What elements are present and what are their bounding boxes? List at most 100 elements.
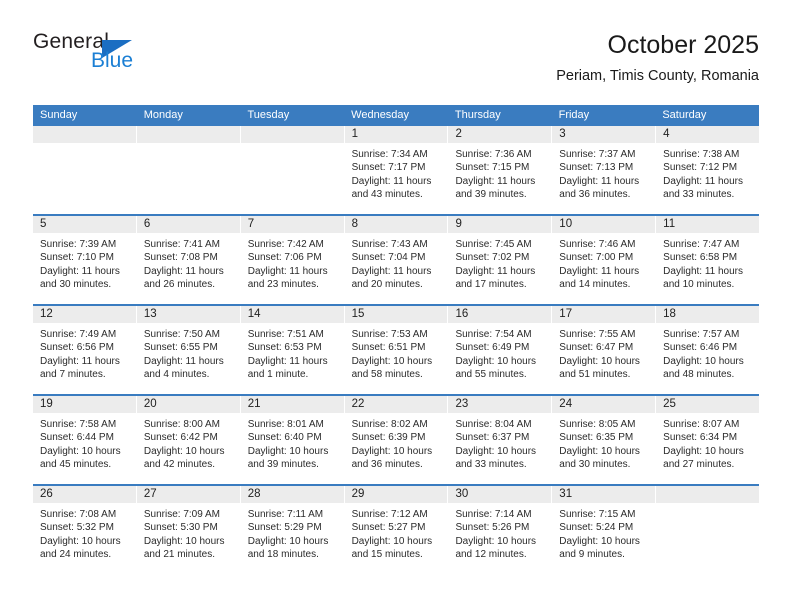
day-number: 24 xyxy=(552,396,656,413)
daylight-text: Daylight: 10 hours and 24 minutes. xyxy=(40,535,121,561)
daylight-text: Daylight: 11 hours and 39 minutes. xyxy=(455,175,536,201)
sunrise-text: Sunrise: 7:12 AM xyxy=(351,509,428,520)
day-cell[interactable]: 31 Sunrise: 7:15 AM Sunset: 5:24 PM Dayligh… xyxy=(552,486,657,574)
weekday-header-sunday: Sunday xyxy=(40,109,78,121)
day-cell[interactable]: 7 Sunrise: 7:42 AM Sunset: 7:06 PM Daylight… xyxy=(240,216,345,304)
sunset-text: Sunset: 6:35 PM xyxy=(559,432,634,444)
weekday-header-thursday: Thursday xyxy=(454,109,501,121)
day-cell[interactable]: 13 Sunrise: 7:50 AM Sunset: 6:55 PM Dayligh… xyxy=(136,306,241,394)
day-sun-info: Sunrise: 7:08 AM Sunset: 5:32 PM Daylight:… xyxy=(33,503,136,562)
day-cell[interactable]: 10 Sunrise: 7:46 AM Sunset: 7:00 PM Dayligh… xyxy=(552,216,657,304)
page-header: General Blue October 2025 Periam, Timis … xyxy=(33,30,759,96)
day-cell[interactable]: 12 Sunrise: 7:49 AM Sunset: 6:56 PM Dayligh… xyxy=(33,306,137,394)
day-cell[interactable]: 2 Sunrise: 7:36 AM Sunset: 7:15 PM Daylight… xyxy=(448,126,553,214)
day-cell[interactable]: 14 Sunrise: 7:51 AM Sunset: 6:53 PM Dayligh… xyxy=(240,306,345,394)
sunset-text: Sunset: 6:56 PM xyxy=(40,342,114,354)
sunset-text: Sunset: 6:49 PM xyxy=(455,342,530,354)
day-cell[interactable]: 16 Sunrise: 7:54 AM Sunset: 6:49 PM Dayligh… xyxy=(448,306,553,394)
day-cell-empty xyxy=(33,126,137,214)
sunrise-text: Sunrise: 7:57 AM xyxy=(663,329,740,340)
day-cell[interactable]: 24 Sunrise: 8:05 AM Sunset: 6:35 PM Dayligh… xyxy=(552,396,657,484)
sunset-text: Sunset: 5:30 PM xyxy=(143,522,218,534)
day-cell[interactable]: 25 Sunrise: 8:07 AM Sunset: 6:34 PM Dayligh… xyxy=(656,396,760,484)
day-cell[interactable]: 29 Sunrise: 7:12 AM Sunset: 5:27 PM Dayligh… xyxy=(344,486,449,574)
daylight-text: Daylight: 11 hours and 10 minutes. xyxy=(663,265,744,291)
day-cell[interactable]: 21 Sunrise: 8:01 AM Sunset: 6:40 PM Dayligh… xyxy=(240,396,345,484)
sunrise-text: Sunrise: 7:54 AM xyxy=(455,329,532,340)
day-number xyxy=(656,486,760,503)
day-number: 6 xyxy=(136,216,240,233)
day-cell[interactable]: 11 Sunrise: 7:47 AM Sunset: 6:58 PM Dayligh… xyxy=(656,216,760,304)
daylight-text: Daylight: 10 hours and 30 minutes. xyxy=(559,445,640,471)
sunrise-text: Sunrise: 7:51 AM xyxy=(247,329,324,340)
sunset-text: Sunset: 6:44 PM xyxy=(40,432,114,444)
sunset-text: Sunset: 6:34 PM xyxy=(663,432,738,444)
daylight-text: Daylight: 10 hours and 12 minutes. xyxy=(455,535,537,561)
day-cell[interactable]: 6 Sunrise: 7:41 AM Sunset: 7:08 PM Daylight… xyxy=(136,216,241,304)
daylight-text: Daylight: 10 hours and 36 minutes. xyxy=(351,445,433,471)
day-number: 26 xyxy=(33,486,136,503)
daylight-text: Daylight: 11 hours and 26 minutes. xyxy=(143,265,224,291)
day-cell[interactable]: 8 Sunrise: 7:43 AM Sunset: 7:04 PM Daylight… xyxy=(344,216,449,304)
sunset-text: Sunset: 5:24 PM xyxy=(559,522,634,534)
day-cell[interactable]: 22 Sunrise: 8:02 AM Sunset: 6:39 PM Dayligh… xyxy=(344,396,449,484)
sunrise-text: Sunrise: 7:11 AM xyxy=(247,509,324,520)
daylight-text: Daylight: 10 hours and 45 minutes. xyxy=(40,445,121,471)
day-sun-info: Sunrise: 7:43 AM Sunset: 7:04 PM Daylight:… xyxy=(345,233,448,292)
day-sun-info: Sunrise: 7:34 AM Sunset: 7:17 PM Daylight:… xyxy=(345,143,448,202)
day-sun-info: Sunrise: 7:50 AM Sunset: 6:55 PM Daylight:… xyxy=(137,323,240,382)
day-number: 2 xyxy=(448,126,552,143)
sunset-text: Sunset: 5:27 PM xyxy=(351,522,426,534)
daylight-text: Daylight: 10 hours and 21 minutes. xyxy=(143,535,225,561)
sunset-text: Sunset: 7:06 PM xyxy=(247,252,322,264)
day-cell[interactable]: 1 Sunrise: 7:34 AM Sunset: 7:17 PM Daylight… xyxy=(344,126,449,214)
day-cell[interactable]: 3 Sunrise: 7:37 AM Sunset: 7:13 PM Daylight… xyxy=(552,126,657,214)
daylight-text: Daylight: 10 hours and 58 minutes. xyxy=(351,355,433,381)
sunset-text: Sunset: 5:26 PM xyxy=(455,522,530,534)
daylight-text: Daylight: 10 hours and 48 minutes. xyxy=(663,355,744,381)
day-number: 30 xyxy=(448,486,552,503)
daylight-text: Daylight: 10 hours and 55 minutes. xyxy=(455,355,537,381)
day-number: 3 xyxy=(552,126,656,143)
day-cell[interactable]: 26 Sunrise: 7:08 AM Sunset: 5:32 PM Dayligh… xyxy=(33,486,137,574)
day-number: 13 xyxy=(136,306,240,323)
day-cell[interactable]: 28 Sunrise: 7:11 AM Sunset: 5:29 PM Dayligh… xyxy=(240,486,345,574)
calendar-week-row: 19 Sunrise: 7:58 AM Sunset: 6:44 PM Dayligh… xyxy=(33,394,760,484)
day-number xyxy=(240,126,344,143)
weekday-header-monday: Monday xyxy=(143,109,183,121)
day-cell[interactable]: 30 Sunrise: 7:14 AM Sunset: 5:26 PM Dayligh… xyxy=(448,486,553,574)
weekday-header-row: Sunday Monday Tuesday Wednesday Thursday… xyxy=(33,105,759,126)
day-cell[interactable]: 18 Sunrise: 7:57 AM Sunset: 6:46 PM Dayligh… xyxy=(656,306,760,394)
day-cell[interactable]: 15 Sunrise: 7:53 AM Sunset: 6:51 PM Dayligh… xyxy=(344,306,449,394)
sunset-text: Sunset: 7:04 PM xyxy=(351,252,426,264)
day-cell[interactable]: 23 Sunrise: 8:04 AM Sunset: 6:37 PM Dayligh… xyxy=(448,396,553,484)
day-sun-info: Sunrise: 7:39 AM Sunset: 7:10 PM Daylight:… xyxy=(33,233,136,292)
day-cell[interactable]: 19 Sunrise: 7:58 AM Sunset: 6:44 PM Dayligh… xyxy=(33,396,137,484)
sunset-text: Sunset: 6:42 PM xyxy=(143,432,218,444)
day-cell[interactable]: 17 Sunrise: 7:55 AM Sunset: 6:47 PM Dayligh… xyxy=(552,306,657,394)
day-number: 20 xyxy=(136,396,240,413)
brand-logo[interactable]: General Blue xyxy=(33,30,263,90)
day-cell[interactable]: 9 Sunrise: 7:45 AM Sunset: 7:02 PM Daylight… xyxy=(448,216,553,304)
day-cell[interactable]: 4 Sunrise: 7:38 AM Sunset: 7:12 PM Daylight… xyxy=(656,126,760,214)
day-number: 8 xyxy=(344,216,448,233)
sunset-text: Sunset: 6:40 PM xyxy=(247,432,322,444)
calendar-week-row: 1 Sunrise: 7:34 AM Sunset: 7:17 PM Daylight… xyxy=(33,126,760,214)
day-cell[interactable]: 20 Sunrise: 8:00 AM Sunset: 6:42 PM Dayligh… xyxy=(136,396,241,484)
day-number: 17 xyxy=(552,306,656,323)
sunrise-text: Sunrise: 8:07 AM xyxy=(663,419,740,430)
weekday-header-tuesday: Tuesday xyxy=(247,109,290,121)
day-sun-info: Sunrise: 7:14 AM Sunset: 5:26 PM Daylight:… xyxy=(448,503,551,562)
day-cell[interactable]: 27 Sunrise: 7:09 AM Sunset: 5:30 PM Dayligh… xyxy=(136,486,241,574)
daylight-text: Daylight: 11 hours and 4 minutes. xyxy=(143,355,224,381)
sunset-text: Sunset: 6:37 PM xyxy=(455,432,530,444)
day-sun-info: Sunrise: 7:37 AM Sunset: 7:13 PM Daylight:… xyxy=(552,143,655,202)
day-cell[interactable]: 5 Sunrise: 7:39 AM Sunset: 7:10 PM Daylight… xyxy=(33,216,137,304)
sunrise-text: Sunrise: 7:15 AM xyxy=(559,509,636,520)
sunset-text: Sunset: 7:17 PM xyxy=(351,162,426,174)
day-sun-info: Sunrise: 8:00 AM Sunset: 6:42 PM Daylight:… xyxy=(137,413,240,472)
sunset-text: Sunset: 7:15 PM xyxy=(455,162,530,174)
day-sun-info: Sunrise: 8:07 AM Sunset: 6:34 PM Daylight:… xyxy=(656,413,759,472)
daylight-text: Daylight: 11 hours and 36 minutes. xyxy=(559,175,640,201)
day-number: 29 xyxy=(344,486,448,503)
